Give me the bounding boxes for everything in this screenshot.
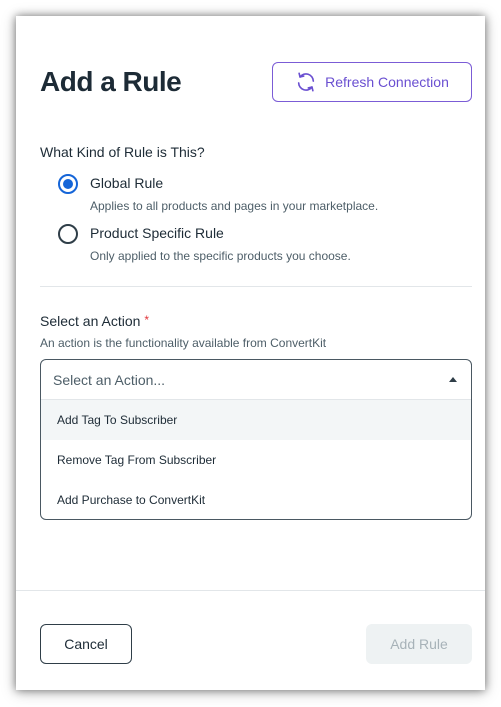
action-select-placeholder: Select an Action... (53, 371, 166, 388)
dropdown-option-add-purchase[interactable]: Add Purchase to ConvertKit (41, 480, 471, 519)
refresh-connection-label: Refresh Connection (325, 74, 449, 90)
required-marker: * (144, 313, 150, 327)
radio-button-unchecked[interactable] (58, 224, 78, 244)
dropdown-option-remove-tag[interactable]: Remove Tag From Subscriber (41, 440, 471, 480)
action-select[interactable]: Select an Action... Add Tag To Subscribe… (40, 359, 472, 520)
radio-option-label: Global Rule (90, 175, 164, 191)
radio-option-global-rule[interactable]: Global Rule Applies to all products and … (58, 174, 378, 213)
action-select-input[interactable]: Select an Action... (41, 360, 471, 400)
refresh-icon (297, 72, 315, 92)
footer-divider (16, 590, 485, 591)
caret-up-icon[interactable] (449, 377, 457, 382)
refresh-connection-button[interactable]: Refresh Connection (272, 62, 472, 102)
add-rule-button[interactable]: Add Rule (366, 624, 472, 664)
cancel-button[interactable]: Cancel (40, 624, 132, 664)
radio-option-label: Product Specific Rule (90, 225, 224, 241)
modal-title: Add a Rule (40, 66, 182, 97)
add-rule-modal: Add a Rule Refresh Connection What Kind … (16, 16, 485, 690)
radio-button-checked[interactable] (58, 174, 78, 194)
radio-option-product-specific-rule[interactable]: Product Specific Rule Only applied to th… (58, 224, 351, 263)
radio-option-description: Applies to all products and pages in you… (90, 199, 379, 213)
dropdown-option-add-tag[interactable]: Add Tag To Subscriber (41, 400, 471, 440)
section-divider (40, 286, 472, 287)
action-label-text: Select an Action (40, 313, 141, 329)
radio-option-description: Only applied to the specific products yo… (90, 249, 351, 263)
rule-kind-question: What Kind of Rule is This? (40, 144, 205, 160)
action-help-text: An action is the functionality available… (40, 336, 327, 350)
action-field-label: Select an Action * (40, 313, 149, 329)
